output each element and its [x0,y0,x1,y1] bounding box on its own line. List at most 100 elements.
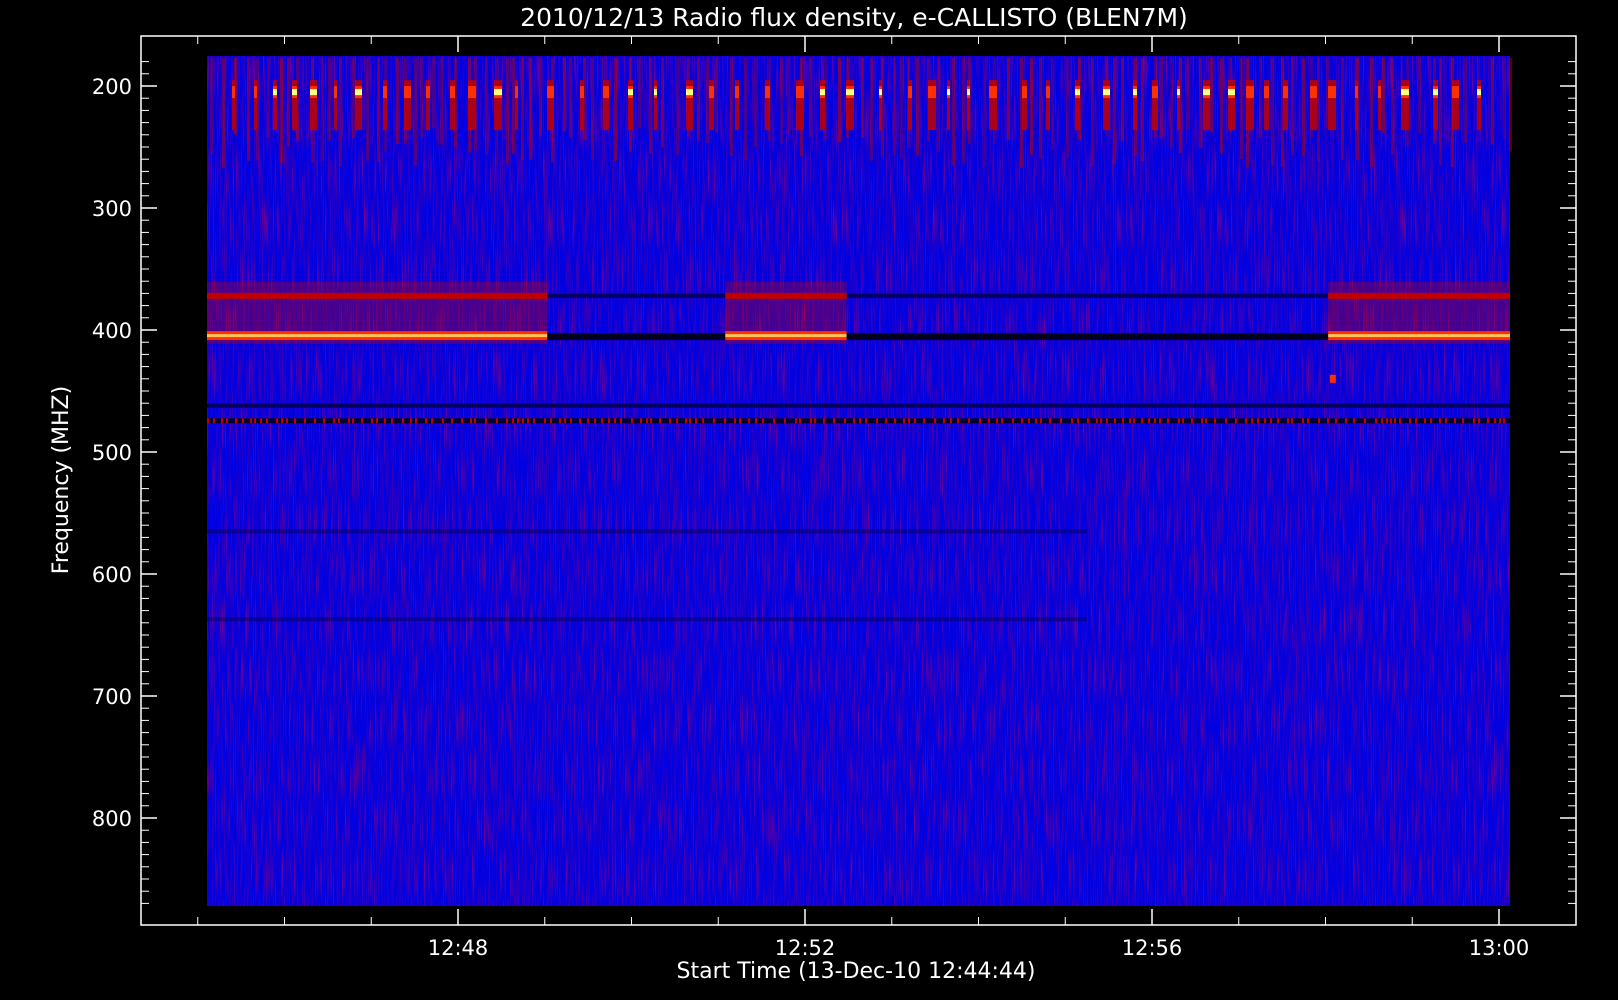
rfi-streak [1370,58,1373,168]
interference-dot [784,418,786,424]
interference-dot [281,418,283,424]
interference-dot [614,418,616,424]
burst-spike [334,86,337,99]
carrier-band-405-core [207,334,548,338]
interference-dot [1035,418,1037,424]
interference-dot [1096,418,1098,424]
rfi-streak [1091,58,1094,167]
interference-dot [1478,418,1480,424]
interference-dot [242,418,244,424]
interference-dot [1235,418,1237,424]
interference-dot [1154,418,1156,424]
rfi-streak [706,58,709,144]
rfi-streak [339,58,342,167]
rfi-streak [1121,58,1124,141]
interference-dot [1424,418,1426,424]
interference-dot [376,418,378,424]
burst-spike [928,86,936,99]
interference-dot [1214,418,1216,424]
burst-spike [515,86,518,99]
rfi-streak [661,58,664,148]
interference-dot [254,418,256,424]
spectrogram-noise [207,56,1510,906]
dark-stripe [207,529,1087,534]
interference-dot [844,418,846,424]
interference-dot [724,418,726,424]
rfi-streak [1186,58,1189,130]
rfi-streak [1240,58,1243,160]
rfi-streak [267,58,270,138]
interference-dot [631,418,633,424]
rfi-streak [676,58,679,156]
interference-dot [517,418,519,424]
interference-dot [799,418,801,424]
interference-dot [1318,418,1320,424]
rfi-streak [414,58,417,166]
burst-spike [1103,89,1110,96]
interference-dot [1001,418,1003,424]
interference-dot [762,418,764,424]
burst-spike [603,86,609,99]
burst-spike [232,86,235,99]
interference-dot [996,418,998,424]
interference-dot [442,418,444,424]
interference-dot [213,418,215,424]
burst-spike [547,86,554,99]
interference-dot [496,418,498,424]
interference-dot [1021,418,1023,424]
interference-dot [522,418,524,424]
interference-dot [943,418,945,424]
interference-dot [1201,418,1203,424]
rfi-streak [222,58,225,168]
rfi-streak [893,58,896,156]
burst-spike [967,89,970,96]
interference-dot [646,418,648,424]
burst-spike [1401,89,1409,96]
burst-spike [735,86,739,99]
interference-dot [1430,418,1432,424]
rfi-streak [352,58,355,138]
x-tick-label: 13:00 [1469,936,1530,960]
rfi-streak [563,58,566,132]
spectrogram-chart: 2010/12/13 Radio flux density, e-CALLIST… [0,0,1618,1000]
interference-dot [1245,418,1247,424]
carrier-off-405 [846,333,1329,341]
rfi-streak [521,58,524,161]
rfi-streak [638,58,641,129]
rfi-streak [744,58,747,161]
burst-spike [1433,89,1438,96]
rfi-streak [1160,58,1163,138]
interference-dot [979,418,981,424]
interference-dot [1494,418,1496,424]
carrier-band-372 [1328,292,1510,299]
rfi-streak [614,58,617,162]
interference-dot [773,418,775,424]
burst-spike [1152,86,1158,99]
interference-dot [988,418,990,424]
interference-dot [1060,418,1062,424]
burst-spike [1378,86,1381,99]
interference-dot [865,418,867,424]
plot-area [207,56,1512,906]
rfi-streak [287,58,290,147]
interference-dot [1409,418,1411,424]
interference-dot [402,418,404,424]
burst-spike [292,89,297,96]
interference-dot [235,418,237,424]
interference-dot [1191,418,1193,424]
rfi-streak [1170,58,1173,148]
rfi-streak [1382,58,1385,134]
carrier-off-405 [547,333,726,341]
interference-dot [1335,418,1337,424]
interference-dot [333,418,335,424]
rfi-streak [1291,58,1294,156]
interference-dot [506,418,508,424]
interference-dot [968,418,970,424]
interference-dot [1071,418,1073,424]
interference-dot [1473,418,1475,424]
rfi-streak [937,58,940,152]
interference-dot [1040,418,1042,424]
rfi-streak [1051,58,1054,151]
interference-dot [1503,418,1505,424]
interference-dot [755,418,757,424]
